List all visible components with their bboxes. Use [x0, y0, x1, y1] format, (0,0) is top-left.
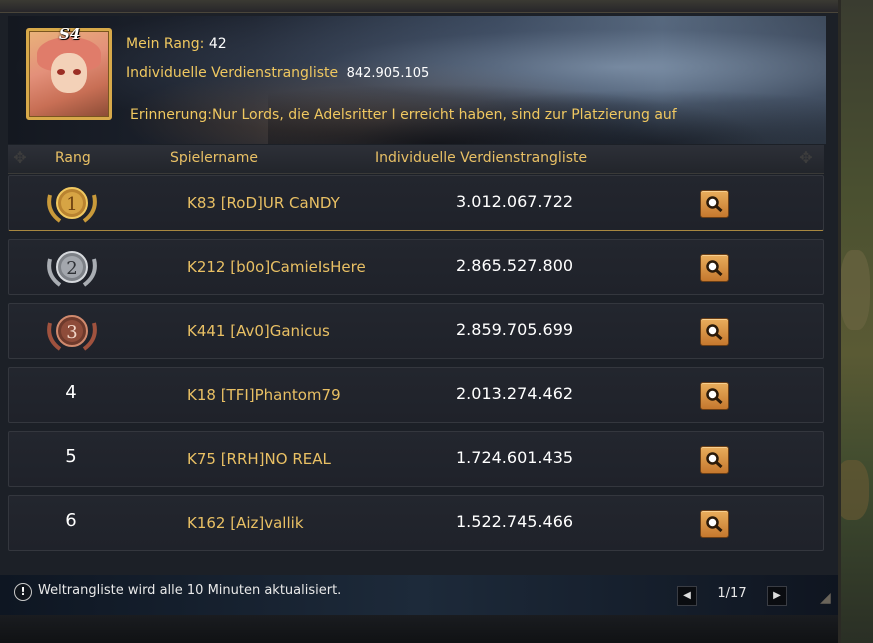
eligibility-reminder: Erinnerung:Nur Lords, die Adelsritter I …: [130, 107, 677, 123]
view-player-button[interactable]: [700, 190, 729, 218]
my-rank-label: Mein Rang:: [126, 36, 205, 52]
gold-medal-icon: 1: [47, 187, 97, 223]
view-player-button[interactable]: [700, 382, 729, 410]
table-row: 1 K83 [RoD]UR CaNDY 3.012.067.722: [8, 175, 824, 231]
player-name[interactable]: K18 [TFI]Phantom79: [187, 386, 341, 404]
view-player-button[interactable]: [700, 254, 729, 282]
table-row: 6 K162 [Aiz]vallik 1.522.745.466: [8, 495, 824, 551]
player-score: 3.012.067.722: [456, 192, 574, 211]
player-avatar[interactable]: S4: [26, 25, 112, 120]
table-row: 3 K441 [Av0]Ganicus 2.859.705.699: [8, 303, 824, 359]
update-notice: Weltrangliste wird alle 10 Minuten aktua…: [38, 583, 342, 598]
view-player-button[interactable]: [700, 510, 729, 538]
medal-number: 3: [66, 322, 77, 343]
header-banner: S4 Mein Rang: 42 Individuelle Verdienstr…: [8, 16, 826, 144]
player-name[interactable]: K75 [RRH]NO REAL: [187, 450, 331, 468]
panel-bottom-border: [0, 615, 838, 643]
table-row: 2 K212 [b0o]CamieIsHere 2.865.527.800: [8, 239, 824, 295]
magnifier-icon: [706, 388, 723, 405]
player-name[interactable]: K162 [Aiz]vallik: [187, 514, 304, 532]
season-badge: S4: [59, 25, 81, 43]
magnifier-icon: [706, 260, 723, 277]
magnifier-icon: [706, 324, 723, 341]
my-score-label: Individuelle Verdienstrangliste: [126, 65, 339, 81]
column-score: Individuelle Verdienstrangliste: [375, 150, 588, 166]
magnifier-icon: [706, 516, 723, 533]
panel-top-border: [0, 0, 838, 13]
footer-bar: ! Weltrangliste wird alle 10 Minuten akt…: [0, 575, 838, 615]
previous-page-button[interactable]: ◀: [677, 586, 697, 606]
silver-medal-icon: 2: [47, 251, 97, 287]
triangle-left-icon: ◀: [683, 590, 691, 601]
exclamation-icon: !: [14, 583, 32, 601]
corner-ornament-icon: ◢: [820, 590, 831, 606]
table-row: 4 K18 [TFI]Phantom79 2.013.274.462: [8, 367, 824, 423]
magnifier-icon: [706, 452, 723, 469]
medal-number: 1: [66, 194, 77, 215]
triangle-right-icon: ▶: [773, 590, 781, 601]
view-player-button[interactable]: [700, 446, 729, 474]
player-name[interactable]: K83 [RoD]UR CaNDY: [187, 194, 340, 212]
ranking-panel: S4 Mein Rang: 42 Individuelle Verdienstr…: [0, 0, 841, 643]
my-rank: Mein Rang: 42: [126, 36, 227, 52]
my-score-value: 842.905.105: [346, 66, 430, 81]
ornament-icon: ✥: [13, 148, 27, 167]
player-score: 2.859.705.699: [456, 320, 574, 339]
page-indicator: 1/17: [717, 586, 747, 601]
medal-number: 2: [66, 258, 77, 279]
column-rank: Rang: [55, 150, 91, 166]
background-detail: [840, 250, 870, 330]
ornament-icon: ✥: [799, 148, 813, 167]
player-score: 1.522.745.466: [456, 512, 574, 531]
player-score: 2.865.527.800: [456, 256, 574, 275]
player-name[interactable]: K212 [b0o]CamieIsHere: [187, 258, 366, 276]
table-row: 5 K75 [RRH]NO REAL 1.724.601.435: [8, 431, 824, 487]
bronze-medal-icon: 3: [47, 315, 97, 351]
magnifier-icon: [706, 196, 723, 213]
rank-number: 6: [65, 510, 77, 531]
player-score: 1.724.601.435: [456, 448, 574, 467]
table-header: ✥ Rang Spielername Individuelle Verdiens…: [8, 145, 824, 174]
rank-number: 5: [65, 446, 77, 467]
player-score: 2.013.274.462: [456, 384, 574, 403]
view-player-button[interactable]: [700, 318, 729, 346]
my-score: Individuelle Verdienstrangliste 842.905.…: [126, 65, 429, 81]
avatar-eye: [57, 69, 65, 75]
column-player-name: Spielername: [170, 150, 258, 166]
rank-number: 4: [65, 382, 77, 403]
player-name[interactable]: K441 [Av0]Ganicus: [187, 322, 330, 340]
my-rank-value: 42: [208, 36, 227, 52]
avatar-eye: [73, 69, 81, 75]
next-page-button[interactable]: ▶: [767, 586, 787, 606]
